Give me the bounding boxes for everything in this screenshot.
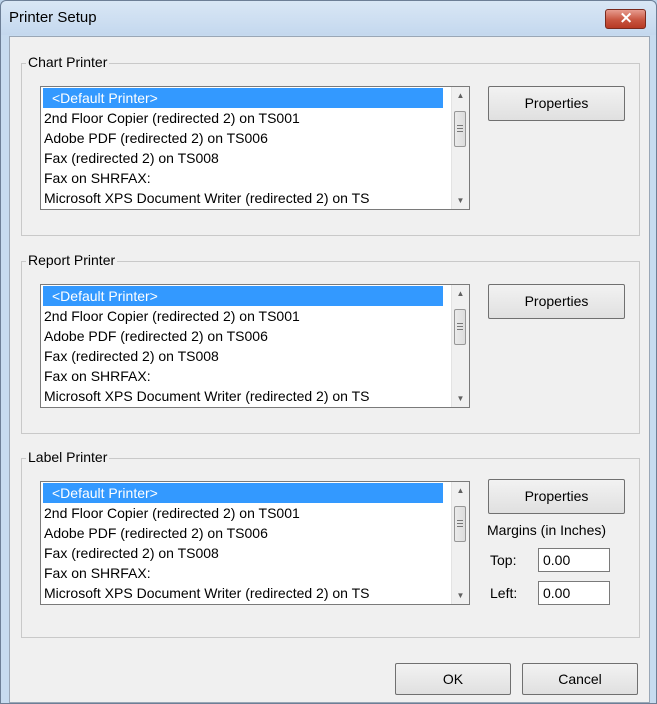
report-properties-button[interactable]: Properties: [488, 284, 625, 319]
printer-list-item[interactable]: Microsoft XPS Document Writer (redirecte…: [43, 583, 443, 603]
printer-list-item-label: Microsoft XPS Document Writer (redirecte…: [44, 190, 370, 206]
printer-list-item-label: Adobe PDF (redirected 2) on TS006: [44, 130, 268, 146]
printer-list-item[interactable]: <Default Printer>: [43, 483, 443, 503]
chart-printer-legend: Chart Printer: [26, 54, 110, 70]
vertical-scrollbar[interactable]: ▲ ▼: [451, 285, 469, 407]
scroll-thumb-grip-icon: [457, 526, 463, 527]
printer-list-item-label: 2nd Floor Copier (redirected 2) on TS001: [44, 110, 300, 126]
printer-list-item[interactable]: 2nd Floor Copier (redirected 2) on TS001: [43, 503, 443, 523]
close-icon: ×: [619, 8, 634, 28]
printer-list-item[interactable]: Fax (redirected 2) on TS008: [43, 148, 443, 168]
printer-list-item-label: <Default Printer>: [52, 90, 158, 106]
printer-list-item-label: 2nd Floor Copier (redirected 2) on TS001: [44, 308, 300, 324]
ok-button[interactable]: OK: [395, 663, 511, 695]
printer-setup-window: Printer Setup × Chart Printer <Default P…: [0, 0, 657, 704]
scroll-thumb-grip-icon: [457, 326, 463, 327]
printer-list-item[interactable]: <Default Printer>: [43, 88, 443, 108]
printer-list-item[interactable]: Adobe PDF (redirected 2) on TS006: [43, 326, 443, 346]
scroll-down-arrow-icon[interactable]: ▼: [452, 587, 469, 604]
label-properties-button[interactable]: Properties: [488, 479, 625, 514]
scroll-thumb-grip-icon: [457, 520, 463, 521]
chart-printer-group: Chart Printer <Default Printer> 2nd Floor…: [21, 54, 640, 236]
top-margin-input[interactable]: 0.00: [538, 548, 610, 572]
top-margin-label: Top:: [490, 552, 517, 568]
scroll-thumb-grip-icon: [457, 523, 463, 524]
scroll-up-arrow-icon[interactable]: ▲: [452, 285, 469, 302]
chart-printer-listbox[interactable]: <Default Printer> 2nd Floor Copier (redir…: [40, 86, 470, 210]
dialog-client-area: Chart Printer <Default Printer> 2nd Floor…: [9, 36, 650, 703]
printer-list-item-label: <Default Printer>: [52, 288, 158, 304]
cancel-button[interactable]: Cancel: [522, 663, 638, 695]
scroll-thumb[interactable]: [454, 309, 466, 345]
scroll-up-arrow-icon[interactable]: ▲: [452, 87, 469, 104]
printer-list-item-label: Fax on SHRFAX:: [44, 565, 151, 581]
printer-list-item-label: <Default Printer>: [52, 485, 158, 501]
scroll-down-arrow-icon[interactable]: ▼: [452, 390, 469, 407]
report-printer-group: Report Printer <Default Printer> 2nd Floo…: [21, 252, 640, 434]
printer-list-item[interactable]: Fax (redirected 2) on TS008: [43, 543, 443, 563]
printer-list-item[interactable]: Adobe PDF (redirected 2) on TS006: [43, 523, 443, 543]
printer-list-item[interactable]: Fax on SHRFAX:: [43, 366, 443, 386]
scroll-thumb-grip-icon: [457, 125, 463, 126]
printer-list-item-label: Fax (redirected 2) on TS008: [44, 545, 219, 561]
printer-list-item-label: Microsoft XPS Document Writer (redirecte…: [44, 585, 370, 601]
printer-list-item[interactable]: <Default Printer>: [43, 286, 443, 306]
label-printer-legend: Label Printer: [26, 449, 110, 465]
scroll-thumb-grip-icon: [457, 131, 463, 132]
vertical-scrollbar[interactable]: ▲ ▼: [451, 87, 469, 209]
label-printer-listbox[interactable]: <Default Printer> 2nd Floor Copier (redir…: [40, 481, 470, 605]
scroll-thumb[interactable]: [454, 111, 466, 147]
printer-list-item[interactable]: Fax on SHRFAX:: [43, 563, 443, 583]
margins-label: Margins (in Inches): [487, 522, 607, 538]
scroll-thumb-grip-icon: [457, 329, 463, 330]
printer-list-item[interactable]: 2nd Floor Copier (redirected 2) on TS001: [43, 108, 443, 128]
left-margin-input[interactable]: 0.00: [538, 581, 610, 605]
window-title: Printer Setup: [9, 9, 97, 26]
printer-list-item-label: Fax (redirected 2) on TS008: [44, 348, 219, 364]
printer-list-item[interactable]: Microsoft XPS Document Writer (redirecte…: [43, 188, 443, 208]
printer-list-item-label: Fax (redirected 2) on TS008: [44, 150, 219, 166]
vertical-scrollbar[interactable]: ▲ ▼: [451, 482, 469, 604]
printer-list-item-label: Fax on SHRFAX:: [44, 368, 151, 384]
scroll-thumb-grip-icon: [457, 128, 463, 129]
printer-list-item-label: Adobe PDF (redirected 2) on TS006: [44, 328, 268, 344]
printer-list-item[interactable]: 2nd Floor Copier (redirected 2) on TS001: [43, 306, 443, 326]
printer-list-item[interactable]: Microsoft XPS Document Writer (redirecte…: [43, 386, 443, 406]
printer-list-item-label: Adobe PDF (redirected 2) on TS006: [44, 525, 268, 541]
chart-properties-button[interactable]: Properties: [488, 86, 625, 121]
scroll-down-arrow-icon[interactable]: ▼: [452, 192, 469, 209]
title-bar[interactable]: Printer Setup ×: [1, 1, 656, 35]
printer-list-item-label: Microsoft XPS Document Writer (redirecte…: [44, 388, 370, 404]
printer-list-item[interactable]: Fax on SHRFAX:: [43, 168, 443, 188]
printer-list-item[interactable]: Fax (redirected 2) on TS008: [43, 346, 443, 366]
printer-list-item-label: Fax on SHRFAX:: [44, 170, 151, 186]
label-printer-group: Label Printer <Default Printer> 2nd Floor…: [21, 449, 640, 638]
scroll-up-arrow-icon[interactable]: ▲: [452, 482, 469, 499]
printer-list-item-label: 2nd Floor Copier (redirected 2) on TS001: [44, 505, 300, 521]
report-printer-legend: Report Printer: [26, 252, 118, 268]
left-margin-label: Left:: [490, 585, 518, 601]
scroll-thumb-grip-icon: [457, 323, 463, 324]
scroll-thumb[interactable]: [454, 506, 466, 542]
report-printer-listbox[interactable]: <Default Printer> 2nd Floor Copier (redir…: [40, 284, 470, 408]
printer-list-item[interactable]: Adobe PDF (redirected 2) on TS006: [43, 128, 443, 148]
close-button[interactable]: ×: [605, 8, 646, 29]
